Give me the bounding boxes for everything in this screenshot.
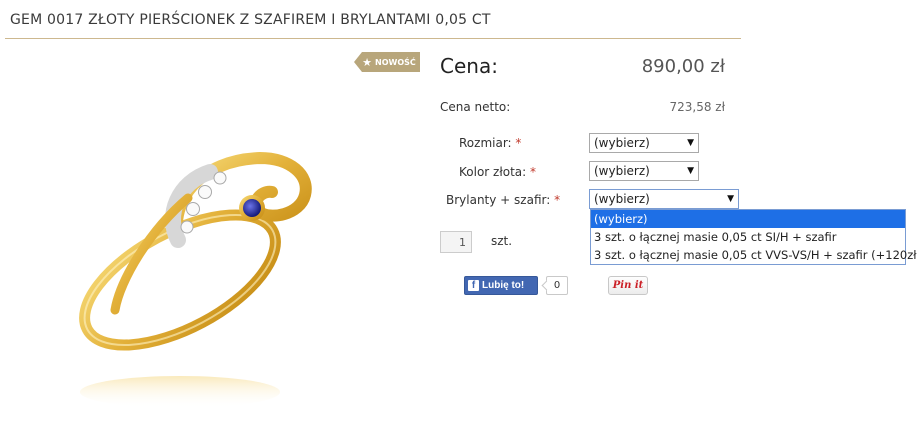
- product-image[interactable]: [60, 120, 360, 430]
- facebook-like-button[interactable]: f Lubię to!: [464, 276, 538, 295]
- facebook-icon: f: [468, 280, 479, 291]
- net-price-value: 723,58 zł: [669, 100, 725, 114]
- net-price-label: Cena netto:: [440, 100, 511, 114]
- chevron-down-icon: ▼: [727, 194, 734, 204]
- price-value: 890,00 zł: [641, 56, 725, 77]
- quantity-input[interactable]: 1: [440, 231, 472, 253]
- diamonds-sapphire-select-value: (wybierz): [594, 192, 650, 206]
- chevron-down-icon: ▼: [687, 138, 694, 148]
- star-icon: ★: [362, 55, 373, 69]
- facebook-like-label: Lubię to!: [482, 280, 525, 291]
- new-badge: ★ NOWOŚĆ: [354, 52, 420, 72]
- quantity-unit: szt.: [491, 234, 513, 248]
- gold-color-select[interactable]: (wybierz) ▼: [589, 161, 699, 181]
- price-label: Cena:: [440, 54, 498, 78]
- facebook-like-count: 0: [546, 276, 568, 295]
- chevron-down-icon: ▼: [687, 166, 694, 176]
- size-label: Rozmiar: *: [459, 136, 522, 150]
- new-badge-label: NOWOŚĆ: [375, 57, 416, 67]
- gold-color-select-value: (wybierz): [594, 164, 650, 178]
- dropdown-option[interactable]: 3 szt. o łącznej masie 0,05 ct VVS-VS/H …: [591, 246, 917, 264]
- pinterest-pin-button[interactable]: Pin it: [608, 276, 648, 295]
- dropdown-option[interactable]: (wybierz): [591, 210, 905, 228]
- diamonds-sapphire-dropdown[interactable]: (wybierz) 3 szt. o łącznej masie 0,05 ct…: [590, 209, 917, 265]
- gold-color-label: Kolor złota: *: [459, 165, 537, 179]
- title-divider: [5, 38, 741, 39]
- diamonds-sapphire-label: Brylanty + szafir: *: [446, 193, 561, 207]
- required-mark: *: [530, 165, 537, 179]
- required-mark: *: [554, 193, 561, 207]
- dropdown-option[interactable]: 3 szt. o łącznej masie 0,05 ct SI/H + sz…: [591, 228, 905, 246]
- size-select[interactable]: (wybierz) ▼: [589, 133, 699, 153]
- required-mark: *: [515, 136, 522, 150]
- size-select-value: (wybierz): [594, 136, 650, 150]
- product-title: GEM 0017 ZŁOTY PIERŚCIONEK Z SZAFIREM I …: [10, 12, 491, 28]
- diamonds-sapphire-select[interactable]: (wybierz) ▼: [589, 189, 739, 209]
